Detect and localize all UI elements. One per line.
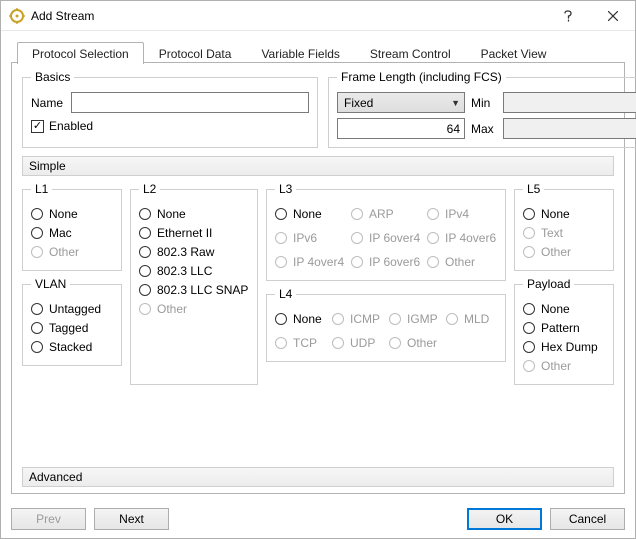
tab-protocol-data[interactable]: Protocol Data bbox=[144, 42, 247, 64]
ok-button[interactable]: OK bbox=[467, 508, 542, 530]
chevron-down-icon: ▼ bbox=[451, 98, 460, 108]
payload-none[interactable]: None bbox=[523, 302, 607, 316]
dialog-window: Add Stream Protocol Selection Protocol D… bbox=[0, 0, 636, 539]
name-input[interactable] bbox=[71, 92, 309, 113]
l4-legend: L4 bbox=[275, 287, 296, 301]
close-button[interactable] bbox=[590, 1, 635, 30]
payload-legend: Payload bbox=[523, 277, 574, 291]
basics-group: Basics Name Enabled bbox=[22, 70, 318, 148]
l3-ip4over4: IP 4over4 bbox=[275, 255, 347, 269]
payload-group: Payload None Pattern Hex Dump Other bbox=[514, 277, 614, 385]
tab-strip: Protocol Selection Protocol Data Variabl… bbox=[11, 39, 625, 63]
l3-group: L3 None ARP IPv4 IPv6 IP 6over4 IP 4over… bbox=[266, 182, 506, 281]
l4-tcp: TCP bbox=[275, 336, 328, 350]
l2-8023raw[interactable]: 802.3 Raw bbox=[139, 245, 251, 259]
vlan-group: VLAN Untagged Tagged Stacked bbox=[22, 277, 122, 366]
l5-legend: L5 bbox=[523, 182, 544, 196]
help-button[interactable] bbox=[545, 1, 590, 30]
vlan-stacked[interactable]: Stacked bbox=[31, 340, 115, 354]
l1-legend: L1 bbox=[31, 182, 52, 196]
content-area: Protocol Selection Protocol Data Variabl… bbox=[1, 31, 635, 502]
l2-8023llc[interactable]: 802.3 LLC bbox=[139, 264, 251, 278]
payload-hexdump[interactable]: Hex Dump bbox=[523, 340, 607, 354]
l4-udp: UDP bbox=[332, 336, 385, 350]
l3-other: Other bbox=[427, 255, 499, 269]
prev-button: Prev bbox=[11, 508, 86, 530]
l2-other: Other bbox=[139, 302, 251, 316]
l5-text: Text bbox=[523, 226, 607, 240]
l2-8023llcsnap[interactable]: 802.3 LLC SNAP bbox=[139, 283, 251, 297]
vlan-tagged[interactable]: Tagged bbox=[31, 321, 115, 335]
l1-none[interactable]: None bbox=[31, 207, 115, 221]
l4-igmp: IGMP bbox=[389, 312, 442, 326]
l5-other: Other bbox=[523, 245, 607, 259]
l3-none[interactable]: None bbox=[275, 207, 347, 221]
l5-group: L5 None Text Other bbox=[514, 182, 614, 271]
min-label: Min bbox=[471, 96, 497, 110]
tab-packet-view[interactable]: Packet View bbox=[466, 42, 562, 64]
l1-mac[interactable]: Mac bbox=[31, 226, 115, 240]
l2-legend: L2 bbox=[139, 182, 160, 196]
tab-page: Basics Name Enabled Frame Length (includ… bbox=[11, 62, 625, 494]
button-bar: Prev Next OK Cancel bbox=[1, 502, 635, 538]
frame-legend: Frame Length (including FCS) bbox=[337, 70, 506, 84]
l4-other: Other bbox=[389, 336, 442, 350]
l4-group: L4 None ICMP IGMP MLD TCP UDP Other bbox=[266, 287, 506, 362]
l3-ipv6: IPv6 bbox=[275, 231, 347, 245]
frame-mode-value: Fixed bbox=[344, 96, 373, 110]
l3-legend: L3 bbox=[275, 182, 296, 196]
vlan-untagged[interactable]: Untagged bbox=[31, 302, 115, 316]
l5-none[interactable]: None bbox=[523, 207, 607, 221]
tab-variable-fields[interactable]: Variable Fields bbox=[246, 42, 354, 64]
frame-mode-select[interactable]: Fixed ▼ bbox=[337, 92, 465, 113]
l3-ip4over6: IP 4over6 bbox=[427, 231, 499, 245]
name-label: Name bbox=[31, 96, 65, 110]
advanced-section-header[interactable]: Advanced bbox=[22, 467, 614, 487]
l3-arp: ARP bbox=[351, 207, 423, 221]
title-bar: Add Stream bbox=[1, 1, 635, 31]
app-icon bbox=[9, 8, 25, 24]
l4-icmp: ICMP bbox=[332, 312, 385, 326]
basics-legend: Basics bbox=[31, 70, 74, 84]
payload-other: Other bbox=[523, 359, 607, 373]
l4-mld: MLD bbox=[446, 312, 499, 326]
l2-none[interactable]: None bbox=[139, 207, 251, 221]
frame-length-group: Frame Length (including FCS) Fixed ▼ Min… bbox=[328, 70, 636, 148]
l2-group: L2 None Ethernet II 802.3 Raw 802.3 LLC … bbox=[130, 182, 258, 385]
window-title: Add Stream bbox=[31, 9, 545, 23]
payload-pattern[interactable]: Pattern bbox=[523, 321, 607, 335]
frame-value-input[interactable] bbox=[337, 118, 465, 139]
window-buttons bbox=[545, 1, 635, 30]
l1-group: L1 None Mac Other bbox=[22, 182, 122, 271]
checkbox-icon bbox=[31, 120, 44, 133]
simple-section-header[interactable]: Simple bbox=[22, 156, 614, 176]
next-button[interactable]: Next bbox=[94, 508, 169, 530]
l3-ip6over6: IP 6over6 bbox=[351, 255, 423, 269]
l3-ipv4: IPv4 bbox=[427, 207, 499, 221]
l3-ip6over4: IP 6over4 bbox=[351, 231, 423, 245]
max-input bbox=[503, 118, 636, 139]
cancel-button[interactable]: Cancel bbox=[550, 508, 625, 530]
l2-ethernet2[interactable]: Ethernet II bbox=[139, 226, 251, 240]
tab-stream-control[interactable]: Stream Control bbox=[355, 42, 466, 64]
enabled-checkbox[interactable]: Enabled bbox=[31, 119, 309, 133]
tab-protocol-selection[interactable]: Protocol Selection bbox=[17, 42, 144, 64]
l4-none[interactable]: None bbox=[275, 312, 328, 326]
min-input bbox=[503, 92, 636, 113]
vlan-legend: VLAN bbox=[31, 277, 70, 291]
max-label: Max bbox=[471, 122, 497, 136]
enabled-label: Enabled bbox=[49, 119, 93, 133]
l1-other: Other bbox=[31, 245, 115, 259]
